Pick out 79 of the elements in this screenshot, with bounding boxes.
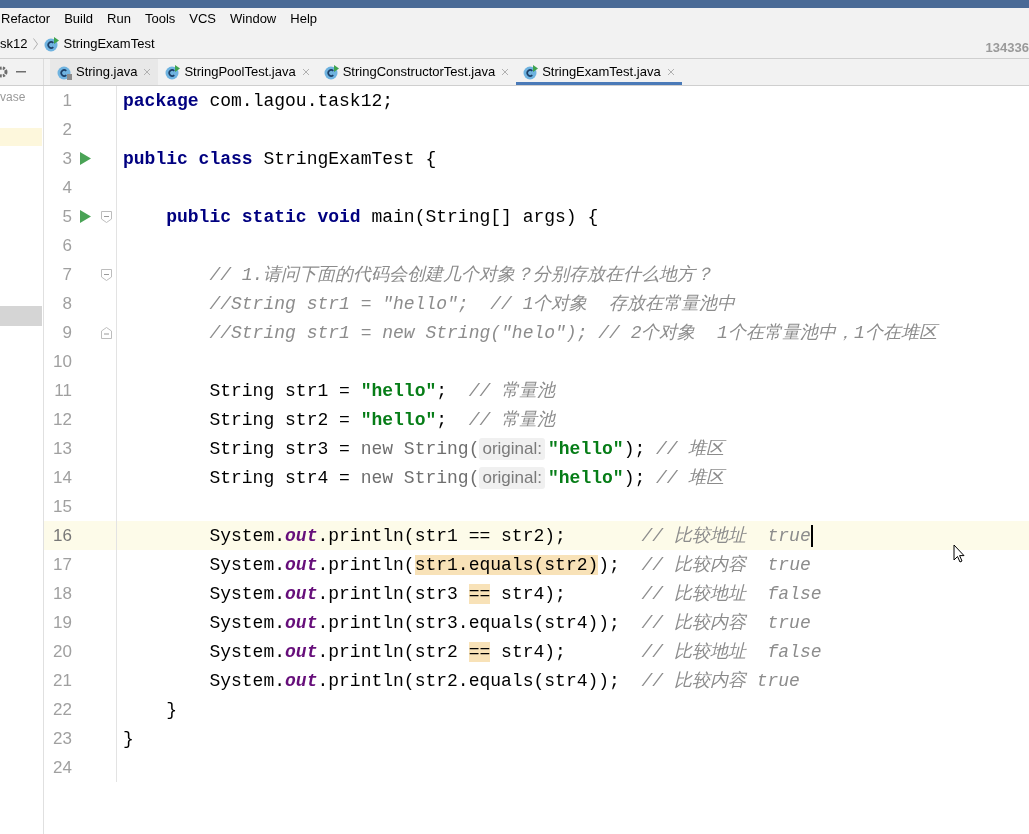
code-line: public static void main(String[] args) { [165, 205, 599, 229]
code-line: System.out.println(str1.equals(str2)); // 比较内容 true [208, 553, 811, 577]
breadcrumb-item[interactable]: StringExamTest [63, 34, 155, 54]
line-number: 10 [52, 350, 72, 373]
line-number: 16 [52, 524, 72, 547]
menu-item[interactable]: Run [107, 9, 131, 29]
line-number: 1 [61, 89, 72, 112]
close-icon[interactable] [666, 68, 675, 76]
line-number: 24 [52, 756, 72, 779]
line-number: 20 [52, 640, 72, 663]
editor-tab[interactable]: StringConstructorTest.java [316, 59, 517, 85]
menu-item[interactable]: Build [64, 9, 94, 29]
code-line: System.out.println(str1 == str2); // 比较地址 true [208, 524, 811, 548]
code-line: } [123, 727, 134, 751]
code-line: "hello"); // 堆区 [548, 437, 725, 461]
class-icon [165, 64, 181, 80]
line-number: 22 [52, 698, 72, 721]
class-icon [57, 64, 72, 80]
mouse-pointer-icon [953, 544, 965, 563]
line-number: 21 [52, 669, 72, 692]
line-number: 2 [61, 118, 72, 141]
menu-item[interactable]: Help [290, 9, 317, 29]
class-icon [44, 36, 60, 52]
line-number: 4 [61, 176, 72, 199]
line-number: 15 [52, 495, 72, 518]
line-number: 7 [61, 263, 72, 286]
parameter-hint: original: [479, 466, 545, 489]
code-line: // 1.请问下面的代码会创建几个对象？分别存放在什么地方？ [208, 263, 714, 287]
code-line: System.out.println(str3.equals(str4)); // 比较内容 true [208, 611, 811, 635]
close-icon[interactable] [501, 68, 510, 76]
minimize-icon[interactable] [16, 71, 26, 73]
status-number: 134336 [985, 41, 1029, 54]
code-line: package com.lagou.task12; [123, 89, 394, 113]
run-icon[interactable] [80, 152, 91, 165]
line-number: 5 [61, 205, 72, 228]
highlighted-row [0, 128, 42, 146]
line-number: 6 [61, 234, 72, 257]
code-line: } [165, 698, 177, 722]
line-number: 13 [52, 437, 72, 460]
line-number: 9 [61, 321, 72, 344]
run-icon[interactable] [80, 210, 91, 223]
editor-tab[interactable]: StringExamTest.java [516, 59, 682, 85]
code-line: String str4 = new String( [208, 466, 480, 490]
menu-item[interactable]: Refactor [1, 9, 51, 29]
fold-icon[interactable] [100, 326, 112, 339]
menu-item[interactable]: Window [230, 9, 277, 29]
fold-icon[interactable] [100, 268, 112, 281]
line-number: 18 [52, 582, 72, 605]
line-number: 12 [52, 408, 72, 431]
code-line: String str3 = new String( [208, 437, 480, 461]
breadcrumb-item[interactable]: sk12 [0, 34, 28, 54]
fold-icon[interactable] [100, 210, 112, 223]
chevron-icon [33, 38, 39, 50]
code-line: public class StringExamTest { [123, 147, 437, 171]
line-number: 17 [52, 553, 72, 576]
close-icon[interactable] [301, 68, 310, 76]
close-icon[interactable] [143, 68, 152, 76]
menu-item[interactable]: Tools [144, 9, 176, 29]
code-line: "hello"); // 堆区 [548, 466, 725, 490]
line-number: 14 [52, 466, 72, 489]
code-line: //String str1 = "hello"; // 1个对象 存放在常量池中 [208, 292, 736, 316]
code-line: System.out.println(str2 == str4); // 比较地址 false [208, 640, 822, 664]
line-number: 3 [61, 147, 72, 170]
menu-item[interactable]: VCS [189, 9, 216, 29]
class-icon [523, 64, 539, 80]
parameter-hint: original: [479, 437, 545, 460]
settings-icon[interactable] [0, 66, 10, 78]
line-number: 23 [52, 727, 72, 750]
editor-tab[interactable]: String.java [50, 59, 159, 85]
code-line: String str2 = "hello"; // 常量池 [208, 408, 556, 432]
editor-tab[interactable]: StringPoolTest.java [158, 59, 317, 85]
text-cursor [810, 524, 813, 547]
code-line: String str1 = "hello"; // 常量池 [208, 379, 556, 403]
class-icon [323, 64, 339, 80]
code-line: System.out.println(str2.equals(str4)); // 比较内容 true [208, 669, 800, 693]
line-number: 19 [52, 611, 72, 634]
code-line: System.out.println(str3 == str4); // 比较地址 false [208, 582, 822, 606]
line-number: 11 [53, 379, 72, 402]
line-number: 8 [61, 292, 72, 315]
